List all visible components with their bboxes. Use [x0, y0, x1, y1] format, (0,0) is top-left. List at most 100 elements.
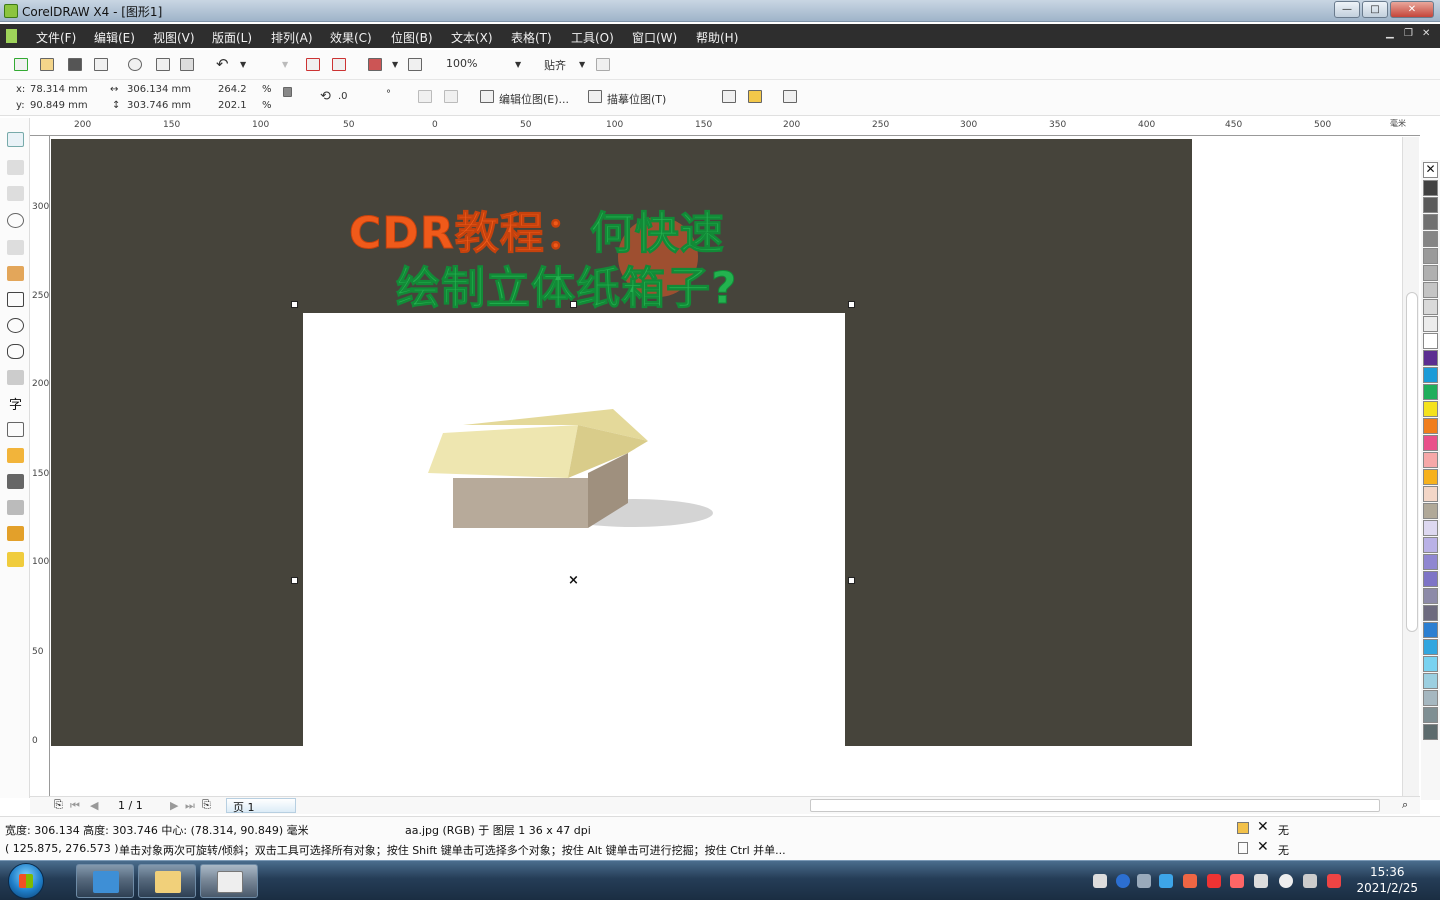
vertical-ruler[interactable]: 300 250 200 150 100 50 0 — [30, 136, 50, 796]
open-icon[interactable] — [40, 58, 54, 71]
palette-swatch[interactable] — [1423, 673, 1438, 689]
connection-tray-icon[interactable] — [1279, 874, 1293, 888]
taskbar-app-coreldraw[interactable] — [200, 864, 258, 898]
menu-edit[interactable]: 编辑(E) — [94, 29, 135, 46]
crop-tool-icon[interactable] — [7, 186, 24, 201]
outline-pen-icon[interactable] — [1238, 842, 1248, 854]
menu-help[interactable]: 帮助(H) — [696, 29, 738, 46]
palette-swatch[interactable] — [1423, 180, 1438, 196]
mdi-restore-icon[interactable]: ❐ — [1404, 28, 1413, 39]
no-color-swatch-icon[interactable]: ✕ — [1423, 162, 1438, 178]
pick-tool-icon[interactable] — [7, 132, 24, 147]
qq-tray-icon[interactable] — [1183, 874, 1197, 888]
rectangle-tool-icon[interactable] — [7, 292, 24, 307]
horizontal-scroll-thumb[interactable] — [810, 799, 1380, 812]
first-page-icon[interactable]: ⏮ — [70, 799, 80, 813]
palette-swatch[interactable] — [1423, 231, 1438, 247]
cut-icon[interactable] — [128, 58, 142, 71]
palette-swatch[interactable] — [1423, 520, 1438, 536]
trace-bitmap-icon[interactable] — [588, 90, 602, 103]
taskbar-app-2[interactable] — [138, 864, 196, 898]
palette-swatch[interactable] — [1423, 537, 1438, 553]
rotation-angle-field[interactable]: .0 — [338, 91, 348, 102]
export-icon[interactable] — [332, 58, 346, 71]
flag-tray-icon[interactable] — [1230, 874, 1244, 888]
width-field[interactable]: 306.134 mm — [127, 84, 191, 95]
freehand-tool-icon[interactable] — [7, 240, 24, 255]
shape-tool-icon[interactable] — [7, 160, 24, 175]
print-icon[interactable] — [94, 58, 108, 71]
palette-swatch[interactable] — [1423, 435, 1438, 451]
maximize-button[interactable]: □ — [1362, 1, 1388, 18]
palette-swatch[interactable] — [1423, 554, 1438, 570]
mdi-close-icon[interactable]: ✕ — [1422, 28, 1430, 39]
security-tray-icon[interactable] — [1207, 874, 1221, 888]
redo-dropdown-icon[interactable]: ▼ — [282, 60, 288, 69]
palette-swatch[interactable] — [1423, 248, 1438, 264]
eyedropper-tool-icon[interactable] — [7, 474, 24, 489]
palette-swatch[interactable] — [1423, 316, 1438, 332]
menu-view[interactable]: 视图(V) — [153, 29, 195, 46]
palette-swatch[interactable] — [1423, 588, 1438, 604]
mdi-minimize-icon[interactable]: ▁ — [1386, 28, 1394, 39]
welcome-screen-icon[interactable] — [408, 58, 422, 71]
palette-swatch[interactable] — [1423, 724, 1438, 740]
scale-y-field[interactable]: 202.1 — [218, 100, 247, 111]
palette-swatch[interactable] — [1423, 639, 1438, 655]
copy-icon[interactable] — [156, 58, 170, 71]
vertical-scrollbar[interactable] — [1402, 137, 1419, 797]
selection-handle-middle-right[interactable] — [848, 577, 855, 584]
palette-swatch[interactable] — [1423, 384, 1438, 400]
x-position-field[interactable]: 78.314 mm — [30, 84, 88, 95]
edit-bitmap-button[interactable]: 编辑位图(E)... — [499, 91, 569, 107]
keyboard-tray-icon[interactable] — [1093, 874, 1107, 888]
selection-handle-top-center[interactable] — [570, 301, 577, 308]
undo-dropdown-icon[interactable]: ▼ — [240, 60, 246, 69]
interactive-fill-tool-icon[interactable] — [7, 552, 24, 567]
application-launcher-icon[interactable] — [368, 58, 382, 71]
last-page-icon[interactable]: ⏭ — [185, 799, 195, 813]
selected-bitmap-aa-jpg[interactable] — [303, 313, 845, 746]
launcher-dropdown-icon[interactable]: ▼ — [392, 60, 398, 69]
undo-icon[interactable]: ↶ — [216, 55, 229, 73]
mirror-horizontal-icon[interactable] — [418, 90, 432, 103]
smart-fill-tool-icon[interactable] — [7, 266, 24, 281]
palette-swatch[interactable] — [1423, 486, 1438, 502]
palette-swatch[interactable] — [1423, 333, 1438, 349]
outline-tool-icon[interactable] — [7, 500, 24, 515]
minimize-button[interactable]: — — [1334, 1, 1360, 18]
zoom-tool-icon[interactable] — [7, 213, 24, 228]
page-tab-1[interactable]: 页 1 — [226, 798, 296, 814]
fill-tool-icon[interactable] — [7, 526, 24, 541]
y-position-field[interactable]: 90.849 mm — [30, 100, 88, 111]
import-icon[interactable] — [306, 58, 320, 71]
paste-icon[interactable] — [180, 58, 194, 71]
palette-swatch[interactable] — [1423, 605, 1438, 621]
add-page-end-icon[interactable]: ⎘ — [202, 798, 211, 812]
selection-handle-top-left[interactable] — [291, 301, 298, 308]
wrap-text-icon[interactable] — [722, 90, 736, 103]
menu-effects[interactable]: 效果(C) — [330, 29, 372, 46]
palette-swatch[interactable] — [1423, 197, 1438, 213]
rotation-center-mark[interactable]: × — [568, 573, 579, 588]
palette-swatch[interactable] — [1423, 690, 1438, 706]
palette-swatch[interactable] — [1423, 707, 1438, 723]
close-button[interactable]: ✕ — [1390, 1, 1434, 18]
palette-swatch[interactable] — [1423, 367, 1438, 383]
taskbar-clock[interactable]: 15:36 2021/2/25 — [1356, 864, 1418, 896]
horizontal-ruler[interactable]: 200 150 100 50 0 50 100 150 200 250 300 … — [30, 118, 1420, 136]
palette-swatch[interactable] — [1423, 622, 1438, 638]
menu-layout[interactable]: 版面(L) — [212, 29, 252, 46]
next-page-icon[interactable]: ▶ — [170, 799, 178, 812]
palette-swatch[interactable] — [1423, 265, 1438, 281]
palette-swatch[interactable] — [1423, 350, 1438, 366]
document-icon[interactable] — [6, 29, 17, 43]
options-icon[interactable] — [596, 58, 610, 71]
height-field[interactable]: 303.746 mm — [127, 100, 191, 111]
palette-swatch[interactable] — [1423, 469, 1438, 485]
network-tray-icon[interactable] — [1159, 874, 1173, 888]
action-center-tray-icon[interactable] — [1327, 874, 1341, 888]
display-tray-icon[interactable] — [1303, 874, 1317, 888]
palette-swatch[interactable] — [1423, 418, 1438, 434]
scale-x-field[interactable]: 264.2 — [218, 84, 247, 95]
